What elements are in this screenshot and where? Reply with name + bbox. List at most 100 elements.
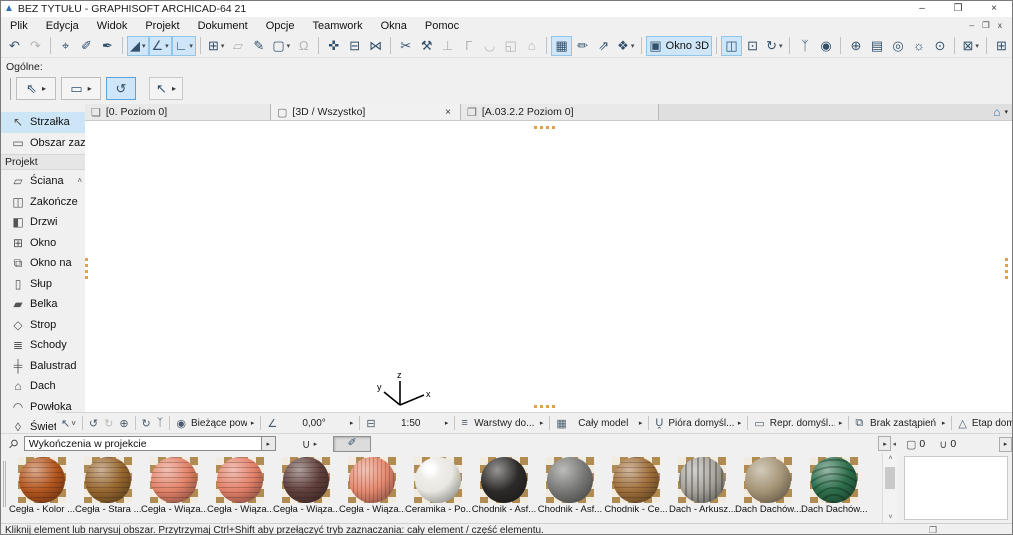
material-item[interactable]: Cegła - Kolor ...	[9, 455, 75, 521]
magic-wand-button[interactable]: ✎	[248, 36, 269, 56]
redo-button[interactable]: ↷	[25, 36, 46, 56]
sun-settings-button[interactable]: ☼	[908, 36, 929, 56]
forward-view-control[interactable]: ↻	[101, 414, 116, 432]
info-panel-more-button[interactable]: ▸	[999, 436, 1012, 452]
filter-elements-3d-button[interactable]: ⊠ ▾	[959, 36, 981, 56]
perspective-settings-button[interactable]: ▤	[866, 36, 887, 56]
material-item[interactable]: Cegła - Wiąza...	[273, 455, 339, 521]
toolbox-scroll-up[interactable]: ˄	[77, 176, 82, 185]
panel-collapse-icon[interactable]: ◂	[892, 440, 896, 448]
material-item[interactable]: Cegła - Wiąza...	[207, 455, 273, 521]
menu-edycja[interactable]: Edycja	[37, 19, 88, 33]
orbit-view-button[interactable]: ↻ ▾	[763, 36, 785, 56]
tool-drzwi[interactable]: ◧ Drzwi	[1, 212, 85, 233]
orbit-control[interactable]: ↻	[139, 414, 154, 432]
fillet-button[interactable]: Γ	[458, 36, 479, 56]
scroll-up-arrow[interactable]: ˄	[883, 455, 898, 462]
search-input[interactable]	[23, 436, 262, 451]
camera-button[interactable]: ◎	[887, 36, 908, 56]
eyedropper-button[interactable]: ✐	[333, 435, 372, 452]
edit-elements-button[interactable]: ✏	[572, 36, 593, 56]
material-item[interactable]: Dach - Arkusz...	[669, 455, 735, 521]
dock-handle-right[interactable]	[1005, 255, 1008, 279]
tool-zakonczenie-sciany[interactable]: ◫ Zakończe	[1, 192, 85, 213]
restore-button[interactable]: ❐	[940, 1, 976, 17]
menu-widok[interactable]: Widok	[88, 19, 137, 33]
move-transform-button[interactable]: ✜	[323, 36, 344, 56]
okno-3d-button[interactable]: ▣ Okno 3D	[646, 35, 713, 56]
material-item[interactable]: Chodnik - Asf...	[471, 455, 537, 521]
explore-model-button[interactable]: ◉	[815, 36, 836, 56]
tool-dach[interactable]: ⌂ Dach	[1, 376, 85, 397]
walk-control[interactable]: ᛉ	[154, 414, 167, 432]
materials-scrollbar[interactable]: ˄ ˅	[882, 453, 897, 523]
tab-layout[interactable]: ❐ [A.03.2.2 Poziom 0]	[461, 104, 659, 120]
tool-strzalka[interactable]: ↖ Strzałka	[1, 112, 85, 133]
palette-drag-handle[interactable]	[10, 78, 11, 100]
grab-orbit-mode-button[interactable]: ↺	[106, 77, 136, 100]
snap-grid-button[interactable]: ⊞ ▾	[205, 36, 227, 56]
model-view-control[interactable]: ▦ Cały model ▸	[553, 414, 645, 432]
close-button[interactable]: ×	[976, 1, 1012, 17]
snap-points-button[interactable]: ∟ ▾	[171, 35, 196, 56]
dock-handle-bottom[interactable]	[534, 405, 558, 408]
material-item[interactable]: Cegła - Wiąza...	[339, 455, 405, 521]
mdi-minimize-button[interactable]: –	[969, 20, 974, 31]
adjust-button[interactable]: ⊥	[437, 36, 458, 56]
paint-bucket-control[interactable]: ∪ ▸	[302, 437, 317, 451]
material-item[interactable]: Ceramika - Po...	[405, 455, 471, 521]
material-item[interactable]: Cegła - Stara ...	[75, 455, 141, 521]
scrollbar-thumb[interactable]	[885, 467, 895, 489]
guide-lines-button[interactable]: ◢ ▾	[127, 35, 149, 56]
material-item[interactable]: Cegła - Wiąza...	[141, 455, 207, 521]
zoom-in-control[interactable]: ⊕	[116, 414, 131, 432]
stretch-button[interactable]: ⋈	[365, 36, 386, 56]
search-dropdown-button[interactable]: ▸	[261, 436, 276, 451]
back-view-control[interactable]: ↺	[86, 414, 101, 432]
menu-projekt[interactable]: Projekt	[136, 19, 188, 33]
material-item[interactable]: Chodnik - Asf...	[537, 455, 603, 521]
menu-plik[interactable]: Plik	[1, 19, 37, 33]
curve-edit-button[interactable]: ◡	[479, 36, 500, 56]
rotation-angle-control[interactable]: ∠ 0,00° ▸	[264, 414, 356, 432]
tool-obszar-zaznaczenia[interactable]: ▭ Obszar zaz	[1, 133, 85, 154]
arrow-mode-button[interactable]: ↖ ▸	[149, 77, 183, 100]
tab-plan[interactable]: ❏ [0. Poziom 0]	[85, 104, 271, 120]
graphic-overrides-control[interactable]: ⧉ Brak zastąpień ▸	[852, 414, 948, 432]
resize-button[interactable]: ◱	[500, 36, 521, 56]
extrude-button[interactable]: ⇗	[593, 36, 614, 56]
mdi-close-button[interactable]: x	[998, 20, 1002, 31]
mdi-restore-button[interactable]: ❐	[982, 20, 990, 31]
search-row-more-button[interactable]: ▸	[878, 436, 892, 451]
marquee-3d-button[interactable]: ▦	[551, 35, 573, 56]
pen-sets-control[interactable]: Ṷ Pióra domyśl... ▸	[652, 414, 744, 432]
tab-3d[interactable]: ▢ [3D / Wszystko] ×	[271, 104, 461, 120]
drag-mode-button[interactable]: ⇖ ▸	[16, 77, 56, 100]
renovation-stage-control[interactable]: △Etap domyślny▸	[955, 414, 1012, 432]
tool-slup[interactable]: ▯ Słup	[1, 274, 85, 295]
menu-dokument[interactable]: Dokument	[189, 19, 257, 33]
dock-handle-left[interactable]	[85, 255, 88, 279]
cutaway-button[interactable]: ◫	[721, 35, 743, 56]
rotate-3d-button[interactable]: ❖ ▾	[614, 36, 637, 56]
menu-opcje[interactable]: Opcje	[257, 19, 304, 33]
select-special-button[interactable]: ⌖	[55, 36, 76, 56]
material-item[interactable]: Dach Dachów...	[801, 455, 867, 521]
selection-style-button[interactable]: ▢ ▾	[269, 36, 293, 56]
dock-handle-top[interactable]	[534, 126, 558, 129]
trim-button[interactable]: ✂	[395, 36, 416, 56]
measure-button[interactable]: ⊟	[344, 36, 365, 56]
parallel-projection-button[interactable]: ⊕	[845, 36, 866, 56]
snap-guides-button[interactable]: ∠ ▾	[148, 35, 172, 56]
marquee-overflow-button[interactable]: ⊞	[991, 36, 1012, 56]
editing-plane-button[interactable]: ▱	[227, 36, 248, 56]
tool-balustrada[interactable]: ╪ Balustrad	[1, 356, 85, 377]
marquee-mode-button[interactable]: ▭ ▸	[61, 77, 101, 100]
panel-resize-handle[interactable]	[3, 461, 6, 507]
drawing-canvas-3d[interactable]: z y x	[85, 121, 1012, 412]
tab-navigator[interactable]: ⌂ ▾	[993, 104, 1012, 120]
quick-select-control[interactable]: ↖ ˅	[58, 414, 79, 432]
tool-strop[interactable]: ◇ Strop	[1, 315, 85, 336]
menu-okna[interactable]: Okna	[372, 19, 416, 33]
tool-schody[interactable]: ≣ Schody	[1, 335, 85, 356]
